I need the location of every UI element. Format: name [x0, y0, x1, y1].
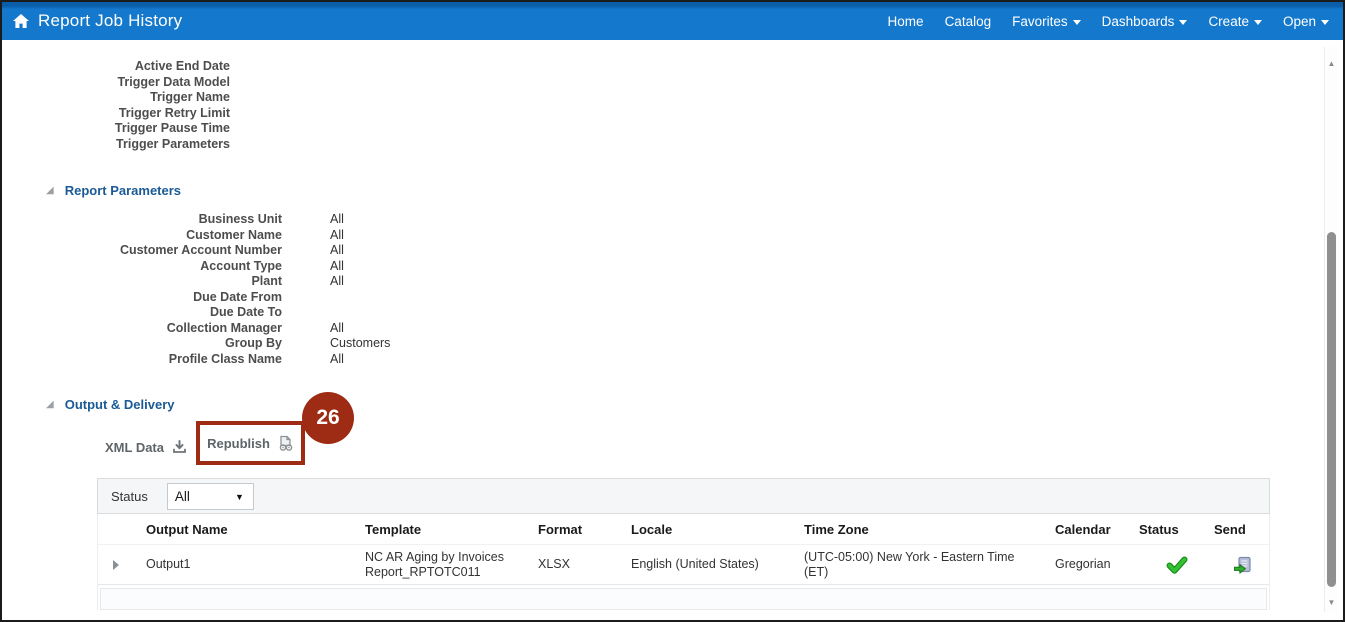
trigger-fields-block: Active End Date Trigger Data Model Trigg…	[2, 59, 230, 152]
cell-locale: English (United States)	[631, 557, 759, 571]
param-value	[330, 290, 450, 306]
republish-icon	[277, 435, 294, 452]
param-label: Due Date To	[210, 305, 282, 319]
caret-down-icon	[1072, 19, 1081, 25]
top-navigation-bar: Report Job History Home Catalog Favorite…	[2, 2, 1343, 40]
param-value: All	[330, 320, 344, 335]
vertical-scrollbar[interactable]: ▲ ▼	[1324, 47, 1337, 612]
param-value	[330, 305, 450, 321]
col-calendar: Calendar	[1055, 521, 1111, 537]
param-label: Customer Name	[186, 227, 282, 242]
param-label: Collection Manager	[166, 320, 282, 335]
table-footer-row	[100, 588, 1267, 610]
export-report-icon[interactable]	[1233, 555, 1253, 575]
scroll-up-icon[interactable]: ▲	[1327, 59, 1336, 68]
download-icon	[171, 439, 188, 455]
report-parameters-header: ◢ Report Parameters	[46, 183, 181, 198]
cell-template: NC AR Aging by Invoices Report_RPTOTC011	[365, 549, 504, 579]
col-format: Format	[538, 521, 583, 537]
col-locale: Locale	[631, 521, 673, 537]
success-check-icon	[1166, 556, 1188, 574]
param-value: Customers	[330, 336, 391, 350]
scroll-down-icon[interactable]: ▼	[1327, 598, 1336, 607]
caret-down-icon	[1179, 19, 1188, 25]
param-value: All	[330, 274, 344, 288]
republish-button[interactable]: Republish	[207, 435, 294, 452]
table-header-row: Output Name Template Format Locale Time …	[98, 514, 1269, 544]
cell-format: XLSX	[538, 557, 570, 571]
col-time-zone: Time Zone	[804, 521, 869, 537]
nav-open[interactable]: Open	[1283, 14, 1329, 29]
output-delivery-header: ◢ Output & Delivery	[46, 397, 175, 412]
status-filter-bar: Status All ▼	[97, 478, 1270, 514]
param-value: All	[330, 258, 344, 273]
collapse-triangle-icon[interactable]: ◢	[46, 185, 54, 196]
home-icon[interactable]	[12, 13, 30, 29]
nav-home[interactable]: Home	[888, 14, 924, 29]
param-label: Profile Class Name	[168, 351, 282, 366]
param-value: All	[330, 351, 344, 366]
caret-down-icon	[1321, 19, 1329, 25]
nav-catalog[interactable]: Catalog	[945, 14, 992, 29]
republish-highlight-box: Republish	[196, 421, 305, 465]
field-label-trigger-parameters: Trigger Parameters	[116, 136, 230, 151]
output-table: Output Name Template Format Locale Time …	[97, 514, 1270, 610]
field-label-trigger-name: Trigger Name	[150, 90, 230, 104]
caret-down-icon: ▼	[234, 491, 244, 502]
section-title: Output & Delivery	[64, 397, 175, 412]
xml-data-button[interactable]: XML Data	[105, 439, 188, 455]
param-value: All	[330, 212, 344, 226]
param-value: All	[330, 243, 344, 257]
col-send: Send	[1214, 521, 1246, 537]
report-parameters-list: Business Unit All Customer Name All Custom…	[2, 212, 450, 367]
field-label-trigger-pause-time: Trigger Pause Time	[114, 121, 230, 135]
param-label: Plant	[251, 274, 282, 288]
col-output-name: Output Name	[146, 521, 228, 537]
cell-time-zone: (UTC-05:00) New York - Eastern Time (ET)	[804, 549, 1015, 579]
param-value: All	[330, 227, 344, 242]
nav-favorites[interactable]: Favorites	[1012, 14, 1081, 29]
field-label-trigger-data-model: Trigger Data Model	[117, 74, 230, 89]
step-badge: 26	[302, 392, 354, 444]
field-label-trigger-retry-limit: Trigger Retry Limit	[118, 105, 230, 120]
param-label: Account Type	[200, 258, 282, 273]
scrollbar-thumb[interactable]	[1327, 232, 1336, 587]
param-label: Customer Account Number	[119, 243, 282, 257]
field-label-active-end-date: Active End Date	[134, 59, 230, 73]
status-filter-label: Status	[111, 488, 148, 504]
page-title: Report Job History	[38, 11, 183, 30]
output-delivery-actions: XML Data Republish 26	[105, 392, 354, 465]
param-label: Group By	[225, 336, 282, 350]
report-job-history-page: Report Job History Home Catalog Favorite…	[0, 0, 1345, 622]
content-area: Active End Date Trigger Data Model Trigg…	[2, 40, 1343, 620]
top-nav-links: Home Catalog Favorites Dashboards Create…	[888, 2, 1329, 40]
param-label: Due Date From	[193, 289, 282, 304]
param-label: Business Unit	[198, 212, 282, 226]
col-status: Status	[1139, 521, 1179, 537]
collapse-triangle-icon[interactable]: ◢	[46, 399, 54, 410]
section-title: Report Parameters	[64, 183, 182, 198]
nav-create[interactable]: Create	[1208, 14, 1262, 29]
nav-dashboards[interactable]: Dashboards	[1102, 14, 1188, 29]
col-template: Template	[365, 521, 422, 537]
expand-row-icon[interactable]	[112, 559, 119, 570]
cell-output-name: Output1	[146, 557, 191, 571]
caret-down-icon	[1253, 19, 1262, 25]
cell-calendar: Gregorian	[1055, 557, 1111, 571]
status-select[interactable]: All ▼	[166, 482, 254, 510]
table-row: Output1 NC AR Aging by Invoices Report_R…	[98, 544, 1269, 585]
